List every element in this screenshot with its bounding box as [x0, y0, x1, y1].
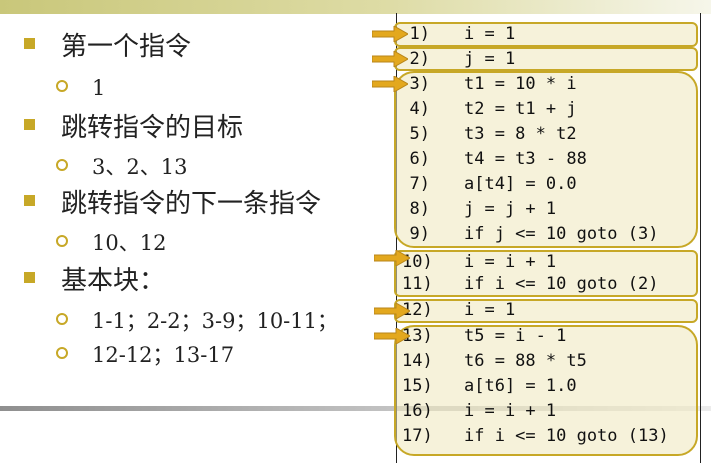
- arrow-right-icon: [374, 303, 410, 319]
- square-bullet-icon: [24, 38, 35, 49]
- arrow-right-icon: [372, 26, 408, 42]
- arrow-right-icon: [372, 76, 408, 92]
- code-line-1: 1) i = 1: [409, 24, 516, 44]
- bullet-jump-target: 跳转指令的目标: [24, 113, 243, 143]
- code-line-7: 7) a[t4] = 0.0: [409, 174, 577, 194]
- code-line-17: 17) if i <= 10 goto (13): [402, 426, 669, 446]
- arrow-right-icon: [372, 51, 408, 67]
- code-line-16: 16) i = i + 1: [402, 401, 557, 421]
- circle-bullet-icon: [56, 159, 68, 171]
- bullet-basic-blocks: 基本块：: [24, 266, 165, 296]
- square-bullet-icon: [24, 119, 35, 130]
- code-line-9: 9) if j <= 10 goto (3): [409, 224, 659, 244]
- square-bullet-icon: [24, 272, 35, 283]
- circle-bullet-icon: [56, 347, 68, 359]
- top-decor-band: [0, 0, 711, 14]
- code-line-4: 4) t2 = t1 + j: [409, 99, 577, 119]
- code-line-13: 13) t5 = i - 1: [402, 326, 567, 346]
- bullet-first-instruction: 第一个指令: [24, 32, 191, 62]
- circle-bullet-icon: [56, 235, 68, 247]
- bullet-after-jump: 跳转指令的下一条指令: [24, 189, 321, 219]
- sub-bullet: 1: [56, 75, 105, 101]
- code-line-3: 3) t1 = 10 * i: [409, 74, 577, 94]
- code-line-14: 14) t6 = 88 * t5: [402, 351, 587, 371]
- code-line-11: 11) if i <= 10 goto (2): [402, 274, 659, 294]
- sub-bullet: 12-12；13-17: [56, 342, 234, 368]
- square-bullet-icon: [24, 195, 35, 206]
- sub-bullet: 3、2、13: [56, 154, 187, 180]
- circle-bullet-icon: [56, 313, 68, 325]
- circle-bullet-icon: [56, 80, 68, 92]
- arrow-right-icon: [374, 250, 410, 266]
- code-line-8: 8) j = j + 1: [409, 199, 557, 219]
- code-line-12: 12) i = 1: [402, 300, 516, 320]
- code-line-2: 2) j = 1: [409, 49, 516, 69]
- arrow-right-icon: [374, 328, 410, 344]
- code-line-15: 15) a[t6] = 1.0: [402, 376, 577, 396]
- code-line-6: 6) t4 = t3 - 88: [409, 149, 587, 169]
- sub-bullet: 10、12: [56, 230, 166, 256]
- sub-bullet: 1-1；2-2；3-9；10-11；: [56, 308, 338, 334]
- code-line-5: 5) t3 = 8 * t2: [409, 124, 577, 144]
